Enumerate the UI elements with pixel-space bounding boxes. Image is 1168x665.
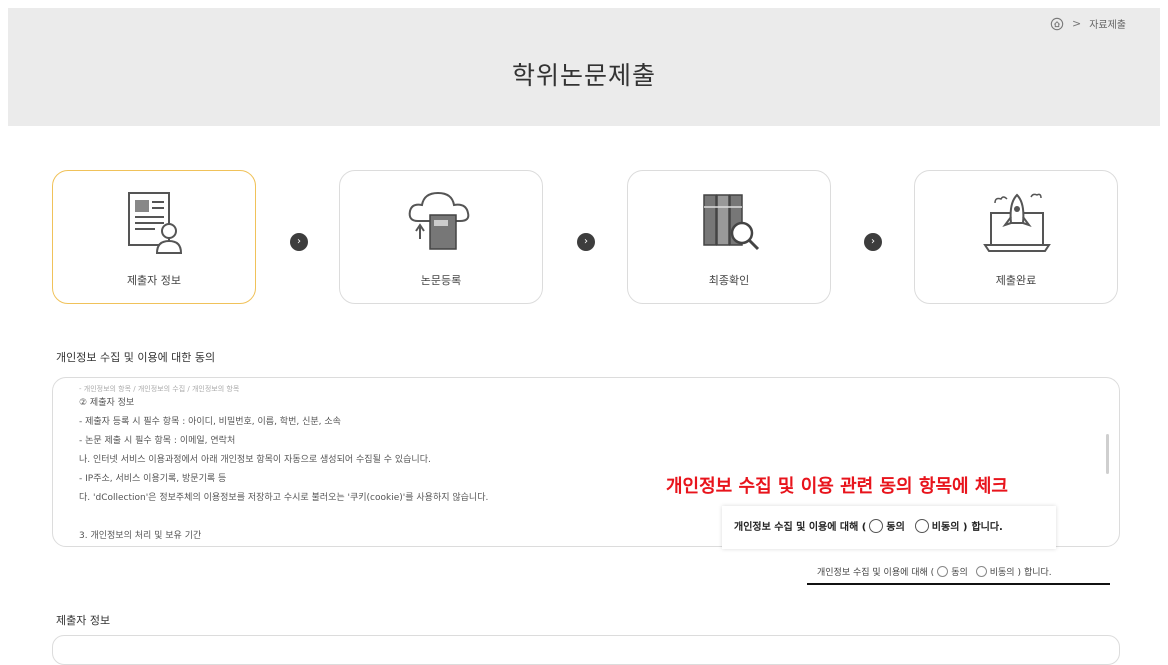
document-person-icon xyxy=(128,192,183,254)
step-arrow-icon: › xyxy=(290,233,308,251)
step-label: 최종확인 xyxy=(708,274,750,287)
breadcrumb: > 자료제출 xyxy=(1050,16,1126,31)
breadcrumb-separator: > xyxy=(1071,17,1082,30)
consent-line: - 논문 제출 시 필수 항목 : 이메일, 연락처 xyxy=(79,436,236,446)
consent-text: - 개인정보의 항목 / 개인정보의 수집 / 개인정보의 항목 ② 제출자 정… xyxy=(79,384,488,546)
submitter-info-box xyxy=(52,635,1120,665)
submitter-section-title: 제출자 정보 xyxy=(56,614,111,627)
breadcrumb-current[interactable]: 자료제출 xyxy=(1089,16,1126,31)
page-header: > 자료제출 학위논문제출 xyxy=(8,8,1160,126)
consent-agreement-row: 개인정보 수집 및 이용에 대해 ( 동의 비동의 ) 합니다. xyxy=(817,565,1052,578)
step-label: 제출완료 xyxy=(995,274,1037,287)
consent-line: - IP주소, 서비스 이용기록, 방문기록 등 xyxy=(79,474,227,484)
consent-line: 다. 'dCollection'은 정보주체의 이용정보를 저장하고 수시로 불… xyxy=(79,493,489,503)
agree-label: 동의 xyxy=(951,568,968,578)
consent-line: 3. 개인정보의 처리 및 보유 기간 xyxy=(79,531,202,541)
step-label: 논문등록 xyxy=(420,274,462,287)
home-icon[interactable] xyxy=(1050,17,1064,31)
agree-suffix: 합니다. xyxy=(1023,568,1052,578)
agree-label: 동의 xyxy=(886,522,905,533)
consent-line: 나. 인터넷 서비스 이용과정에서 아래 개인정보 항목이 자동으로 생성되어 … xyxy=(79,455,431,465)
step-arrow-icon: › xyxy=(864,233,882,251)
disagree-radio[interactable] xyxy=(914,518,929,533)
consent-callout-zoom: 개인정보 수집 및 이용에 대해 ( 동의 비동의 ) 합니다. xyxy=(722,506,1056,549)
step-submission-complete[interactable]: 제출완료 xyxy=(914,170,1118,304)
consent-line: - 개인정보의 항목 / 개인정보의 수집 / 개인정보의 항목 xyxy=(79,385,240,393)
consent-line: - 제출자 등록 시 필수 항목 : 아이디, 비밀번호, 이름, 학번, 신분… xyxy=(79,417,341,427)
consent-agreement-row-zoom: 개인정보 수집 및 이용에 대해 ( 동의 비동의 ) 합니다. xyxy=(734,518,1003,533)
agree-radio[interactable] xyxy=(869,518,884,533)
annotation-underline xyxy=(807,583,1110,585)
disagree-label: 비동의 ) xyxy=(931,522,968,533)
annotation-text: 개인정보 수집 및 이용 관련 동의 항목에 체크 xyxy=(666,476,1008,497)
agree-suffix: 합니다. xyxy=(971,522,1003,533)
step-final-check[interactable]: 최종확인 xyxy=(627,170,831,304)
step-submitter-info[interactable]: 제출자 정보 xyxy=(52,170,256,304)
cloud-upload-book-icon xyxy=(408,191,470,250)
consent-scrollbar[interactable] xyxy=(1106,434,1109,474)
agree-prefix: 개인정보 수집 및 이용에 대해 ( xyxy=(817,568,935,578)
page-title: 학위논문제출 xyxy=(511,61,656,90)
consent-section-title: 개인정보 수집 및 이용에 대한 동의 xyxy=(56,351,216,364)
binders-magnifier-icon xyxy=(703,194,760,251)
consent-line: ② 제출자 정보 xyxy=(79,398,135,408)
laptop-rocket-icon xyxy=(983,193,1051,252)
step-paper-register[interactable]: 논문등록 xyxy=(339,170,543,304)
step-label: 제출자 정보 xyxy=(126,274,182,287)
step-arrow-icon: › xyxy=(577,233,595,251)
disagree-label: 비동의 ) xyxy=(989,568,1021,578)
disagree-radio[interactable] xyxy=(975,566,987,577)
consent-line xyxy=(79,508,488,527)
agree-prefix: 개인정보 수집 및 이용에 대해 ( xyxy=(734,522,867,533)
agree-radio[interactable] xyxy=(937,566,949,577)
